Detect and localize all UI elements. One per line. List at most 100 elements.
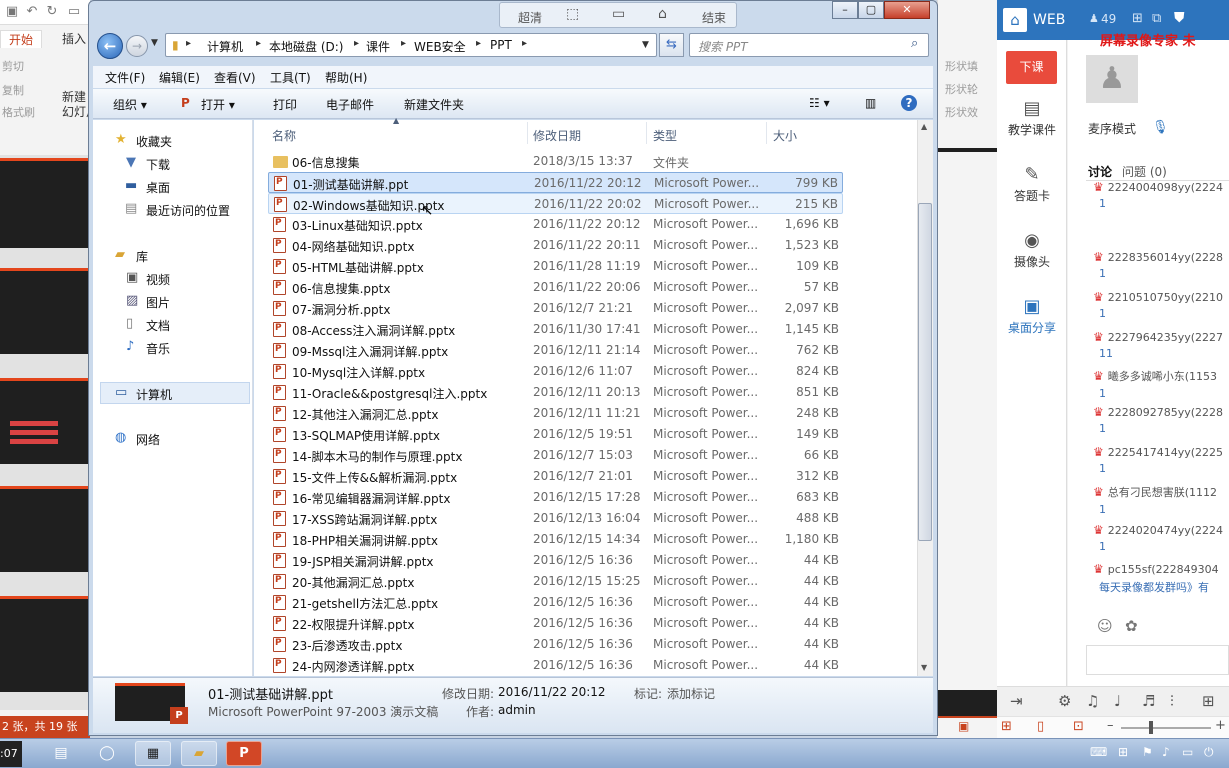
file-row[interactable]: 22-权限提升详解.pptx 2016/12/5 16:36 Microsoft P… — [268, 613, 843, 634]
open-button[interactable]: 打开 ▾ — [201, 96, 235, 113]
breadcrumb-computer[interactable]: 计算机 — [207, 38, 243, 55]
column-divider[interactable] — [646, 122, 647, 144]
scrollbar-thumb[interactable] — [918, 203, 932, 541]
menu-file[interactable]: 文件(F) — [105, 69, 145, 86]
slide-thumbnail[interactable] — [0, 486, 88, 572]
file-row[interactable]: 06-信息搜集.pptx 2016/11/22 20:06 Microsoft Po… — [268, 277, 843, 298]
tray-keyboard-icon[interactable]: ⌨ — [1090, 745, 1107, 759]
breadcrumb-drive[interactable]: 本地磁盘 (D:) — [269, 38, 343, 55]
breadcrumb-separator[interactable]: ▸ — [401, 38, 406, 49]
end-button[interactable]: 结束 — [702, 9, 726, 26]
slide-thumbnail[interactable] — [0, 596, 88, 692]
tray-monitor-icon[interactable]: ▭ — [1182, 745, 1193, 759]
camera-tab[interactable]: ◉ 摄像头 — [1000, 230, 1064, 270]
shield-icon[interactable]: ⛊ — [1174, 10, 1185, 26]
microphone-icon[interactable]: ♩ — [1114, 692, 1121, 710]
file-row[interactable]: 09-Mssql注入漏洞详解.pptx 2016/12/11 21:14 Micro… — [268, 340, 843, 361]
close-button[interactable]: ✕ — [884, 1, 930, 19]
taskbar-explorer-icon[interactable]: ▰ — [181, 741, 217, 766]
search-icon[interactable]: ⌕ — [911, 36, 918, 51]
file-row[interactable]: 20-其他漏洞汇总.pptx 2016/12/15 15:25 Microsoft … — [268, 571, 843, 592]
address-dropdown-icon[interactable]: ▼ — [642, 40, 649, 50]
file-row[interactable]: 16-常见编辑器漏洞详解.pptx 2016/12/15 17:28 Microso… — [268, 487, 843, 508]
forward-button[interactable]: → — [126, 35, 148, 57]
file-row[interactable]: 03-Linux基础知识.pptx 2016/11/22 20:12 Microso… — [268, 214, 843, 235]
recent-pages-dropdown[interactable]: ▼ — [151, 38, 158, 48]
file-row[interactable]: 08-Access注入漏洞详解.pptx 2016/11/30 17:41 Micr… — [268, 319, 843, 340]
shape-outline-command[interactable]: 形状轮 — [945, 81, 978, 97]
file-row[interactable]: 18-PHP相关漏洞讲解.pptx 2016/12/15 14:34 Microso… — [268, 529, 843, 550]
normal-view-icon[interactable]: ▣ — [958, 719, 969, 733]
details-tags[interactable]: 添加标记 — [667, 685, 715, 702]
circle-app-icon[interactable]: ◯ — [92, 741, 122, 766]
file-row[interactable]: 12-其他注入漏洞汇总.pptx 2016/12/11 11:21 Microsof… — [268, 403, 843, 424]
file-row[interactable]: 24-内网渗透详解.pptx 2016/12/5 16:36 Microsoft P… — [268, 655, 843, 676]
breadcrumb-courseware[interactable]: 课件 — [366, 38, 390, 55]
breadcrumb-ppt[interactable]: PPT — [490, 38, 512, 52]
file-row[interactable]: 05-HTML基础讲解.pptx 2016/11/28 11:19 Microsof… — [268, 256, 843, 277]
tray-network-icon[interactable]: ⊞ — [1118, 745, 1128, 759]
grid-icon[interactable]: ⊞ — [1132, 11, 1143, 26]
file-row[interactable]: 17-XSS跨站漏洞详解.pptx 2016/12/13 16:04 Microso… — [268, 508, 843, 529]
file-row[interactable]: 10-Mysql注入详解.pptx 2016/12/6 11:07 Microsof… — [268, 361, 843, 382]
chat-username[interactable]: pc155sf(222849304 — [1108, 563, 1219, 576]
file-row[interactable]: 01-测试基础讲解.ppt 2016/11/22 20:12 Microsoft P… — [268, 172, 843, 193]
chat-input[interactable] — [1086, 645, 1229, 675]
menu-view[interactable]: 查看(V) — [214, 69, 256, 86]
home-icon[interactable]: ⌂ — [1003, 8, 1027, 32]
refresh-button[interactable]: ⇆ — [659, 33, 684, 57]
file-row[interactable]: 11-Oracle&&postgresql注入.pptx 2016/12/11 2… — [268, 382, 843, 403]
exit-icon[interactable]: ⇥ — [1010, 692, 1023, 710]
file-row[interactable]: 19-JSP相关漏洞讲解.pptx 2016/12/5 16:36 Microsof… — [268, 550, 843, 571]
nav-computer[interactable]: 计算机 — [136, 386, 172, 403]
emoji-icon[interactable]: ☺ — [1097, 617, 1113, 635]
view-options-icon[interactable]: ☷ ▾ — [809, 96, 830, 110]
column-size[interactable]: 大小 — [773, 127, 797, 144]
zoom-in-icon[interactable]: + — [1215, 718, 1226, 733]
preview-pane-icon[interactable]: ▥ — [865, 96, 876, 110]
settings-icon[interactable]: ⚙ — [1058, 692, 1071, 710]
help-icon[interactable]: ? — [901, 95, 917, 111]
nav-desktop[interactable]: 桌面 — [146, 179, 170, 196]
chat-username[interactable]: 2228092785yy(2228 — [1108, 406, 1223, 419]
microphone-icon[interactable]: 🎙︎ — [1152, 120, 1169, 135]
print-button[interactable]: 打印 — [273, 96, 297, 113]
nav-network[interactable]: 网络 — [136, 431, 160, 448]
reading-view-icon[interactable]: ▯ — [1037, 719, 1044, 734]
tray-flag-icon[interactable]: ⚑ — [1142, 745, 1153, 759]
nav-libraries[interactable]: 库 — [136, 248, 148, 265]
breadcrumb-separator[interactable]: ▸ — [522, 38, 527, 49]
email-button[interactable]: 电子邮件 — [326, 96, 374, 113]
nav-recent[interactable]: 最近访问的位置 — [146, 202, 230, 219]
window-icon[interactable]: ▭ — [612, 6, 625, 22]
breadcrumb-separator[interactable]: ▸ — [354, 38, 359, 49]
nav-pictures[interactable]: 图片 — [146, 294, 170, 311]
slide-sorter-icon[interactable]: ⊞ — [1001, 719, 1012, 734]
answer-card-tab[interactable]: ✎ 答题卡 — [1000, 164, 1064, 204]
back-button[interactable]: ← — [97, 33, 123, 59]
cut-command[interactable]: 剪切 — [0, 58, 88, 74]
breadcrumb-separator[interactable]: ▸ — [186, 38, 191, 49]
flower-icon[interactable]: ✿ — [1125, 617, 1138, 635]
chat-username[interactable]: 总有刁民想害朕(1112 — [1108, 486, 1217, 499]
chat-username[interactable]: 曦多多诚唏小东(1153 — [1108, 370, 1217, 383]
column-name[interactable]: 名称 — [272, 127, 296, 144]
nav-favorites[interactable]: 收藏夹 — [136, 133, 172, 150]
tab-questions[interactable]: 问题 (0) — [1122, 163, 1167, 180]
slide-thumbnail[interactable] — [0, 268, 88, 354]
nav-music[interactable]: 音乐 — [146, 340, 170, 357]
tray-volume-icon[interactable]: ♪ — [1162, 745, 1170, 759]
chat-username[interactable]: 2228356014yy(2228 — [1108, 251, 1223, 264]
menu-tools[interactable]: 工具(T) — [270, 69, 311, 86]
file-row[interactable]: 23-后渗透攻击.pptx 2016/12/5 16:36 Microsoft Po… — [268, 634, 843, 655]
scroll-up-icon[interactable]: ▲ — [921, 122, 927, 131]
copy-icon[interactable]: ⧉ — [1152, 11, 1161, 26]
menu-help[interactable]: 帮助(H) — [325, 69, 367, 86]
tab-discussion[interactable]: 讨论 — [1088, 163, 1112, 180]
courseware-tab[interactable]: ▤ 教学课件 — [1000, 98, 1064, 138]
breadcrumb-separator[interactable]: ▸ — [256, 38, 261, 49]
organize-button[interactable]: 组织 ▾ — [113, 96, 147, 113]
breadcrumb-websec[interactable]: WEB安全 — [414, 38, 466, 55]
redo-icon[interactable]: ↻ — [44, 4, 60, 20]
zoom-slider[interactable] — [1121, 727, 1211, 729]
